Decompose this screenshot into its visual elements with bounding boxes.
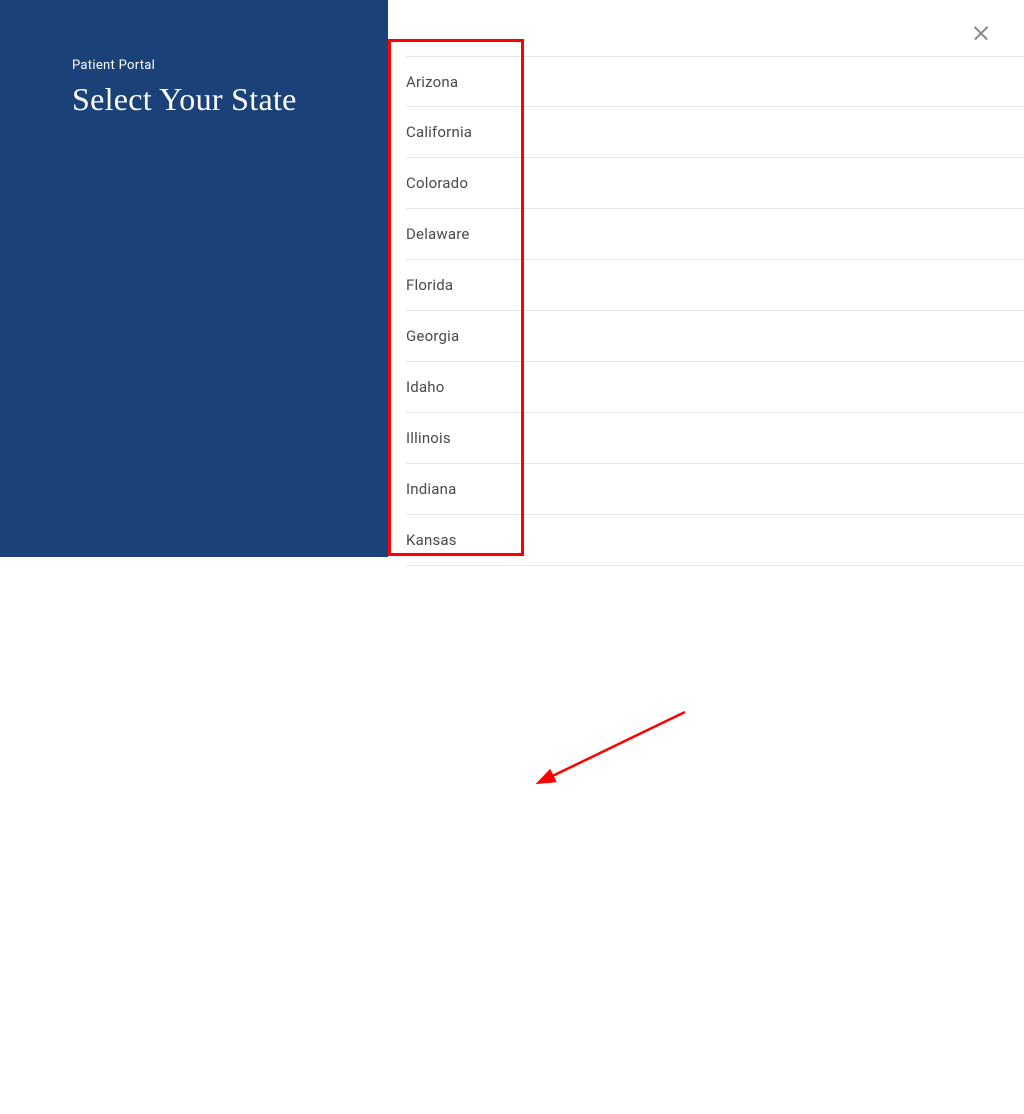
state-row[interactable]: Indiana xyxy=(406,464,1024,515)
state-label: Idaho xyxy=(406,378,445,396)
side-panel: Patient Portal Select Your State xyxy=(0,0,388,557)
state-label: Florida xyxy=(406,276,453,294)
state-row[interactable]: Colorado xyxy=(406,158,1024,209)
annotation-arrow xyxy=(0,557,1024,1114)
state-row[interactable]: California+ xyxy=(406,107,1024,158)
breadcrumb: Patient Portal xyxy=(72,58,388,73)
state-label: Georgia xyxy=(406,327,459,345)
state-list: Arizona California+ Colorado Delaware Florid… xyxy=(406,56,1024,566)
page-title: Select Your State xyxy=(72,81,388,118)
state-label: Colorado xyxy=(406,174,468,192)
main-panel: Arizona California+ Colorado Delaware Florid… xyxy=(388,0,1024,557)
state-row[interactable]: Arizona xyxy=(406,56,1024,107)
state-row[interactable]: Delaware xyxy=(406,209,1024,260)
state-label: Delaware xyxy=(406,225,470,243)
state-row[interactable]: Illinois xyxy=(406,413,1024,464)
state-row[interactable]: Idaho xyxy=(406,362,1024,413)
state-label: Illinois xyxy=(406,429,451,447)
state-row[interactable]: Georgia+ xyxy=(406,311,1024,362)
state-label: Indiana xyxy=(406,480,456,498)
close-icon[interactable] xyxy=(972,24,990,42)
state-row[interactable]: Florida xyxy=(406,260,1024,311)
state-label: California xyxy=(406,123,472,141)
state-label: Kansas xyxy=(406,531,457,549)
state-label: Arizona xyxy=(406,73,458,91)
state-row[interactable]: Kansas xyxy=(406,515,1024,566)
